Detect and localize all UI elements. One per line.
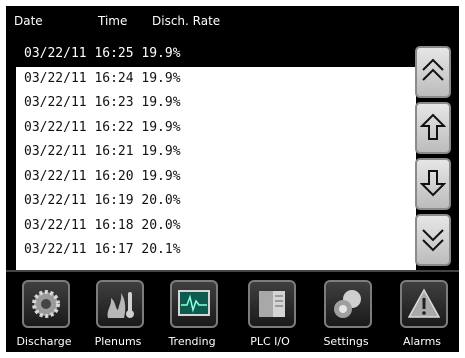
nav-label: PLC I/O (250, 335, 290, 348)
nav-settings[interactable]: Settings (310, 276, 382, 352)
column-header: Date Time Disch. Rate (6, 6, 416, 34)
plc-rack-icon (248, 280, 296, 328)
list-item[interactable]: 03/22/11 16:20 19.9% (16, 165, 416, 190)
nav-discharge[interactable]: Discharge (8, 276, 80, 352)
flame-thermometer-icon (96, 280, 144, 328)
list-item[interactable]: 03/22/11 16:25 19.9% (16, 42, 416, 67)
nav-plc-io[interactable]: PLC I/O (234, 276, 306, 352)
date-column-label: Date (14, 14, 43, 28)
warning-triangle-icon (400, 280, 448, 328)
nav-label: Settings (323, 335, 369, 348)
divider (6, 270, 459, 272)
time-column-label: Time (98, 14, 128, 28)
list-item[interactable]: 03/22/11 16:22 19.9% (16, 116, 416, 141)
list-item[interactable]: 03/22/11 16:19 20.0% (16, 189, 416, 214)
bottom-nav: Discharge Plenums Trending PLC I/O Setti… (6, 276, 459, 352)
gear-icon (22, 280, 70, 328)
nav-alarms[interactable]: Alarms (386, 276, 458, 352)
monitor-trend-icon (170, 280, 218, 328)
nav-trending[interactable]: Trending (156, 276, 228, 352)
rate-column-label: Disch. Rate (152, 14, 221, 28)
nav-label: Trending (168, 335, 216, 348)
list-item[interactable]: 03/22/11 16:23 19.9% (16, 91, 416, 116)
list-item[interactable]: 03/22/11 16:21 19.9% (16, 140, 416, 165)
hmi-screen: Date Time Disch. Rate 03/22/11 16:25 19.… (6, 6, 459, 352)
list-item[interactable]: 03/22/11 16:18 20.0% (16, 214, 416, 239)
line-up-icon (420, 113, 446, 140)
page-down-icon (422, 229, 444, 252)
nav-label: Plenums (94, 335, 142, 348)
settings-spheres-icon (324, 280, 372, 328)
nav-label: Discharge (16, 335, 72, 348)
line-down-button[interactable] (415, 158, 451, 210)
record-list: 03/22/11 16:25 19.9% 03/22/11 16:24 19.9… (16, 42, 416, 270)
list-item[interactable]: 03/22/11 16:24 19.9% (16, 67, 416, 92)
list-item[interactable]: 03/22/11 16:17 20.1% (16, 238, 416, 263)
nav-label: Alarms (402, 335, 442, 348)
page-up-icon (422, 58, 444, 81)
page-down-button[interactable] (415, 214, 451, 266)
line-down-icon (420, 170, 446, 197)
nav-plenums[interactable]: Plenums (82, 276, 154, 352)
line-up-button[interactable] (415, 102, 451, 154)
page-up-button[interactable] (415, 46, 451, 98)
